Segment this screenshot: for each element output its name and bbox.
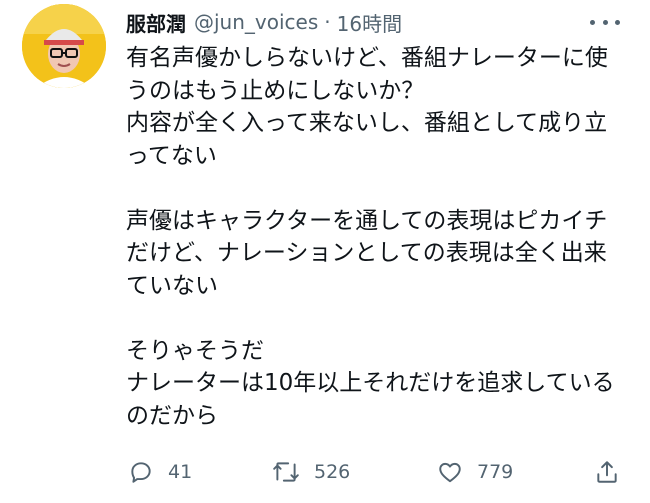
like-button[interactable]: 779 bbox=[437, 452, 513, 492]
reply-button[interactable]: 41 bbox=[128, 452, 192, 492]
retweet-icon bbox=[273, 462, 299, 482]
tweet-text: 有名声優かしらないけど、番組ナレーターに使 うのはもう止めにしないか？ 内容が全… bbox=[126, 42, 626, 432]
timestamp[interactable]: 16時間 bbox=[337, 8, 402, 37]
user-handle[interactable]: @jun_voices bbox=[194, 10, 318, 34]
avatar[interactable] bbox=[22, 4, 106, 88]
tweet-text-line: ナレーターは10年以上それだけを追求している bbox=[126, 370, 615, 396]
tweet-text-blank-line bbox=[126, 302, 626, 335]
more-dot bbox=[615, 19, 620, 25]
tweet-text-line: だけど、ナレーションとしての表現は全く出来 bbox=[126, 240, 607, 266]
more-dot bbox=[590, 19, 595, 25]
tweet: 服部潤 @jun_voices · 16時間 有名声優かしらないけど、番組ナレー… bbox=[0, 0, 650, 503]
like-count: 779 bbox=[477, 461, 514, 483]
reply-count: 41 bbox=[168, 461, 193, 483]
tweet-text-line: そりゃそうだ bbox=[126, 337, 264, 364]
retweet-button[interactable]: 526 bbox=[272, 452, 350, 492]
tweet-text-line: 内容が全く入って来ないし、番組として成り立 bbox=[126, 110, 608, 136]
more-options-icon[interactable] bbox=[590, 12, 620, 32]
tweet-text-line: のだから bbox=[126, 402, 218, 429]
avatar-image bbox=[22, 4, 106, 88]
share-icon bbox=[597, 461, 617, 483]
tweet-header: 服部潤 @jun_voices · 16時間 bbox=[126, 6, 402, 38]
action-bar: 41 526 779 bbox=[0, 452, 650, 492]
retweet-count: 526 bbox=[314, 461, 351, 483]
tweet-text-line: 声優はキャラクターを通しての表現はピカイチ bbox=[126, 207, 608, 234]
display-name[interactable]: 服部潤 bbox=[126, 8, 186, 37]
tweet-text-line: ってない bbox=[126, 142, 217, 169]
tweet-text-line: 有名声優かしらないけど、番組ナレーターに使 bbox=[126, 45, 608, 71]
separator-dot: · bbox=[324, 10, 331, 34]
tweet-text-line: ていない bbox=[126, 272, 218, 299]
share-button[interactable] bbox=[594, 452, 620, 492]
heart-icon bbox=[439, 462, 461, 483]
more-dot bbox=[602, 19, 608, 25]
reply-icon bbox=[131, 462, 151, 483]
tweet-text-blank-line bbox=[126, 172, 626, 205]
tweet-text-line: うのはもう止めにしないか？ bbox=[126, 77, 425, 104]
